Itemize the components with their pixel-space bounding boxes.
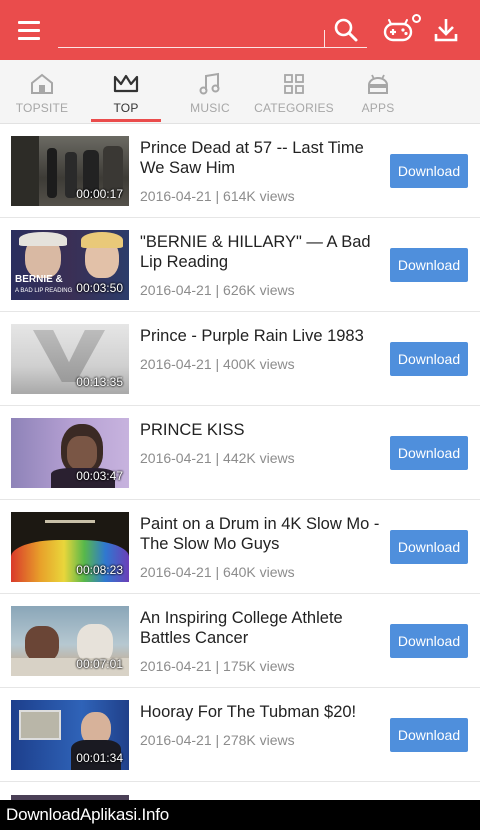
video-title: An Inspiring College Athlete Battles Can… xyxy=(140,609,343,647)
video-title: Prince Dead at 57 -- Last Time We Saw Hi… xyxy=(140,139,364,177)
video-duration: 00:00:17 xyxy=(76,187,123,201)
tab-label: TOP xyxy=(113,101,139,115)
video-meta: 2016-04-21 | 278K views xyxy=(140,732,295,748)
download-icon[interactable] xyxy=(428,12,464,48)
list-item[interactable]: 00:01:34 Hooray For The Tubman $20! 2016… xyxy=(0,688,480,782)
video-meta: 2016-04-21 | 400K views xyxy=(140,356,295,372)
video-meta: 2016-04-21 | 614K views xyxy=(140,188,295,204)
tab-label: APPS xyxy=(361,101,395,115)
tab-apps[interactable]: APPS xyxy=(350,60,406,124)
video-title: Paint on a Drum in 4K Slow Mo - The Slow… xyxy=(140,515,380,553)
notification-dot xyxy=(412,14,421,23)
video-title: Hooray For The Tubman $20! xyxy=(140,703,357,721)
video-list: 00:00:17 Prince Dead at 57 -- Last Time … xyxy=(0,124,480,782)
video-duration: 00:08:23 xyxy=(76,563,123,577)
tab-top[interactable]: TOP xyxy=(96,60,156,124)
download-button[interactable]: Download xyxy=(390,624,468,658)
list-item[interactable]: 00:00:17 Prince Dead at 57 -- Last Time … xyxy=(0,124,480,218)
download-button[interactable]: Download xyxy=(390,342,468,376)
video-duration: 00:03:50 xyxy=(76,281,123,295)
search-icon[interactable] xyxy=(328,12,364,48)
crown-icon xyxy=(113,72,139,96)
video-thumbnail[interactable]: 00:07:01 xyxy=(11,606,129,676)
tab-label: CATEGORIES xyxy=(254,101,334,115)
list-item[interactable]: 00:08:23 Paint on a Drum in 4K Slow Mo -… xyxy=(0,500,480,594)
app-bar xyxy=(0,0,480,60)
video-thumbnail[interactable]: 00:08:23 xyxy=(11,512,129,582)
search-divider xyxy=(324,30,325,48)
tab-music[interactable]: MUSIC xyxy=(180,60,240,124)
list-item[interactable]: 00:03:47 PRINCE KISS 2016-04-21 | 442K v… xyxy=(0,406,480,500)
thumbnail-subcaption: A BAD LIP READING xyxy=(15,288,73,294)
gamepad-icon[interactable] xyxy=(380,12,416,48)
video-title: PRINCE KISS xyxy=(140,421,245,439)
video-meta: 2016-04-21 | 626K views xyxy=(140,282,295,298)
tab-label: MUSIC xyxy=(190,101,230,115)
video-duration: 00:07:01 xyxy=(76,657,123,671)
video-duration: 00:03:47 xyxy=(76,469,123,483)
video-thumbnail[interactable]: 00:03:47 xyxy=(11,418,129,488)
video-duration: 00:13:35 xyxy=(76,375,123,389)
video-meta: 2016-04-21 | 175K views xyxy=(140,658,295,674)
download-button[interactable]: Download xyxy=(390,530,468,564)
android-icon xyxy=(365,72,391,96)
list-item[interactable]: 00:07:01 An Inspiring College Athlete Ba… xyxy=(0,594,480,688)
download-button[interactable]: Download xyxy=(390,436,468,470)
home-icon xyxy=(29,72,55,96)
watermark: DownloadAplikasi.Info xyxy=(0,800,480,830)
tab-label: TOPSITE xyxy=(15,101,69,115)
video-title: "BERNIE & HILLARY" — A Bad Lip Reading xyxy=(140,233,371,271)
download-button[interactable]: Download xyxy=(390,248,468,282)
video-meta: 2016-04-21 | 640K views xyxy=(140,564,295,580)
list-item[interactable]: BERNIE & A BAD LIP READING 00:03:50 "BER… xyxy=(0,218,480,312)
video-thumbnail[interactable]: 00:13:35 xyxy=(11,324,129,394)
grid-icon xyxy=(281,72,307,96)
video-title: Prince - Purple Rain Live 1983 xyxy=(140,327,364,345)
tab-categories[interactable]: CATEGORIES xyxy=(254,60,334,124)
list-item[interactable]: 00:13:35 Prince - Purple Rain Live 1983 … xyxy=(0,312,480,406)
tab-topsite[interactable]: TOPSITE xyxy=(8,60,76,124)
download-button[interactable]: Download xyxy=(390,154,468,188)
video-thumbnail[interactable]: BERNIE & A BAD LIP READING 00:03:50 xyxy=(11,230,129,300)
music-note-icon xyxy=(197,72,223,96)
download-button[interactable]: Download xyxy=(390,718,468,752)
video-thumbnail[interactable]: 00:01:34 xyxy=(11,700,129,770)
search-input[interactable] xyxy=(58,10,324,48)
category-tabs: TOPSITE TOP MUSIC CATEGORIES APPS xyxy=(0,60,480,124)
video-thumbnail[interactable]: 00:00:17 xyxy=(11,136,129,206)
thumbnail-caption: BERNIE & xyxy=(15,274,63,285)
video-meta: 2016-04-21 | 442K views xyxy=(140,450,295,466)
menu-icon[interactable] xyxy=(12,14,46,46)
active-tab-indicator xyxy=(91,119,161,122)
video-duration: 00:01:34 xyxy=(76,751,123,765)
